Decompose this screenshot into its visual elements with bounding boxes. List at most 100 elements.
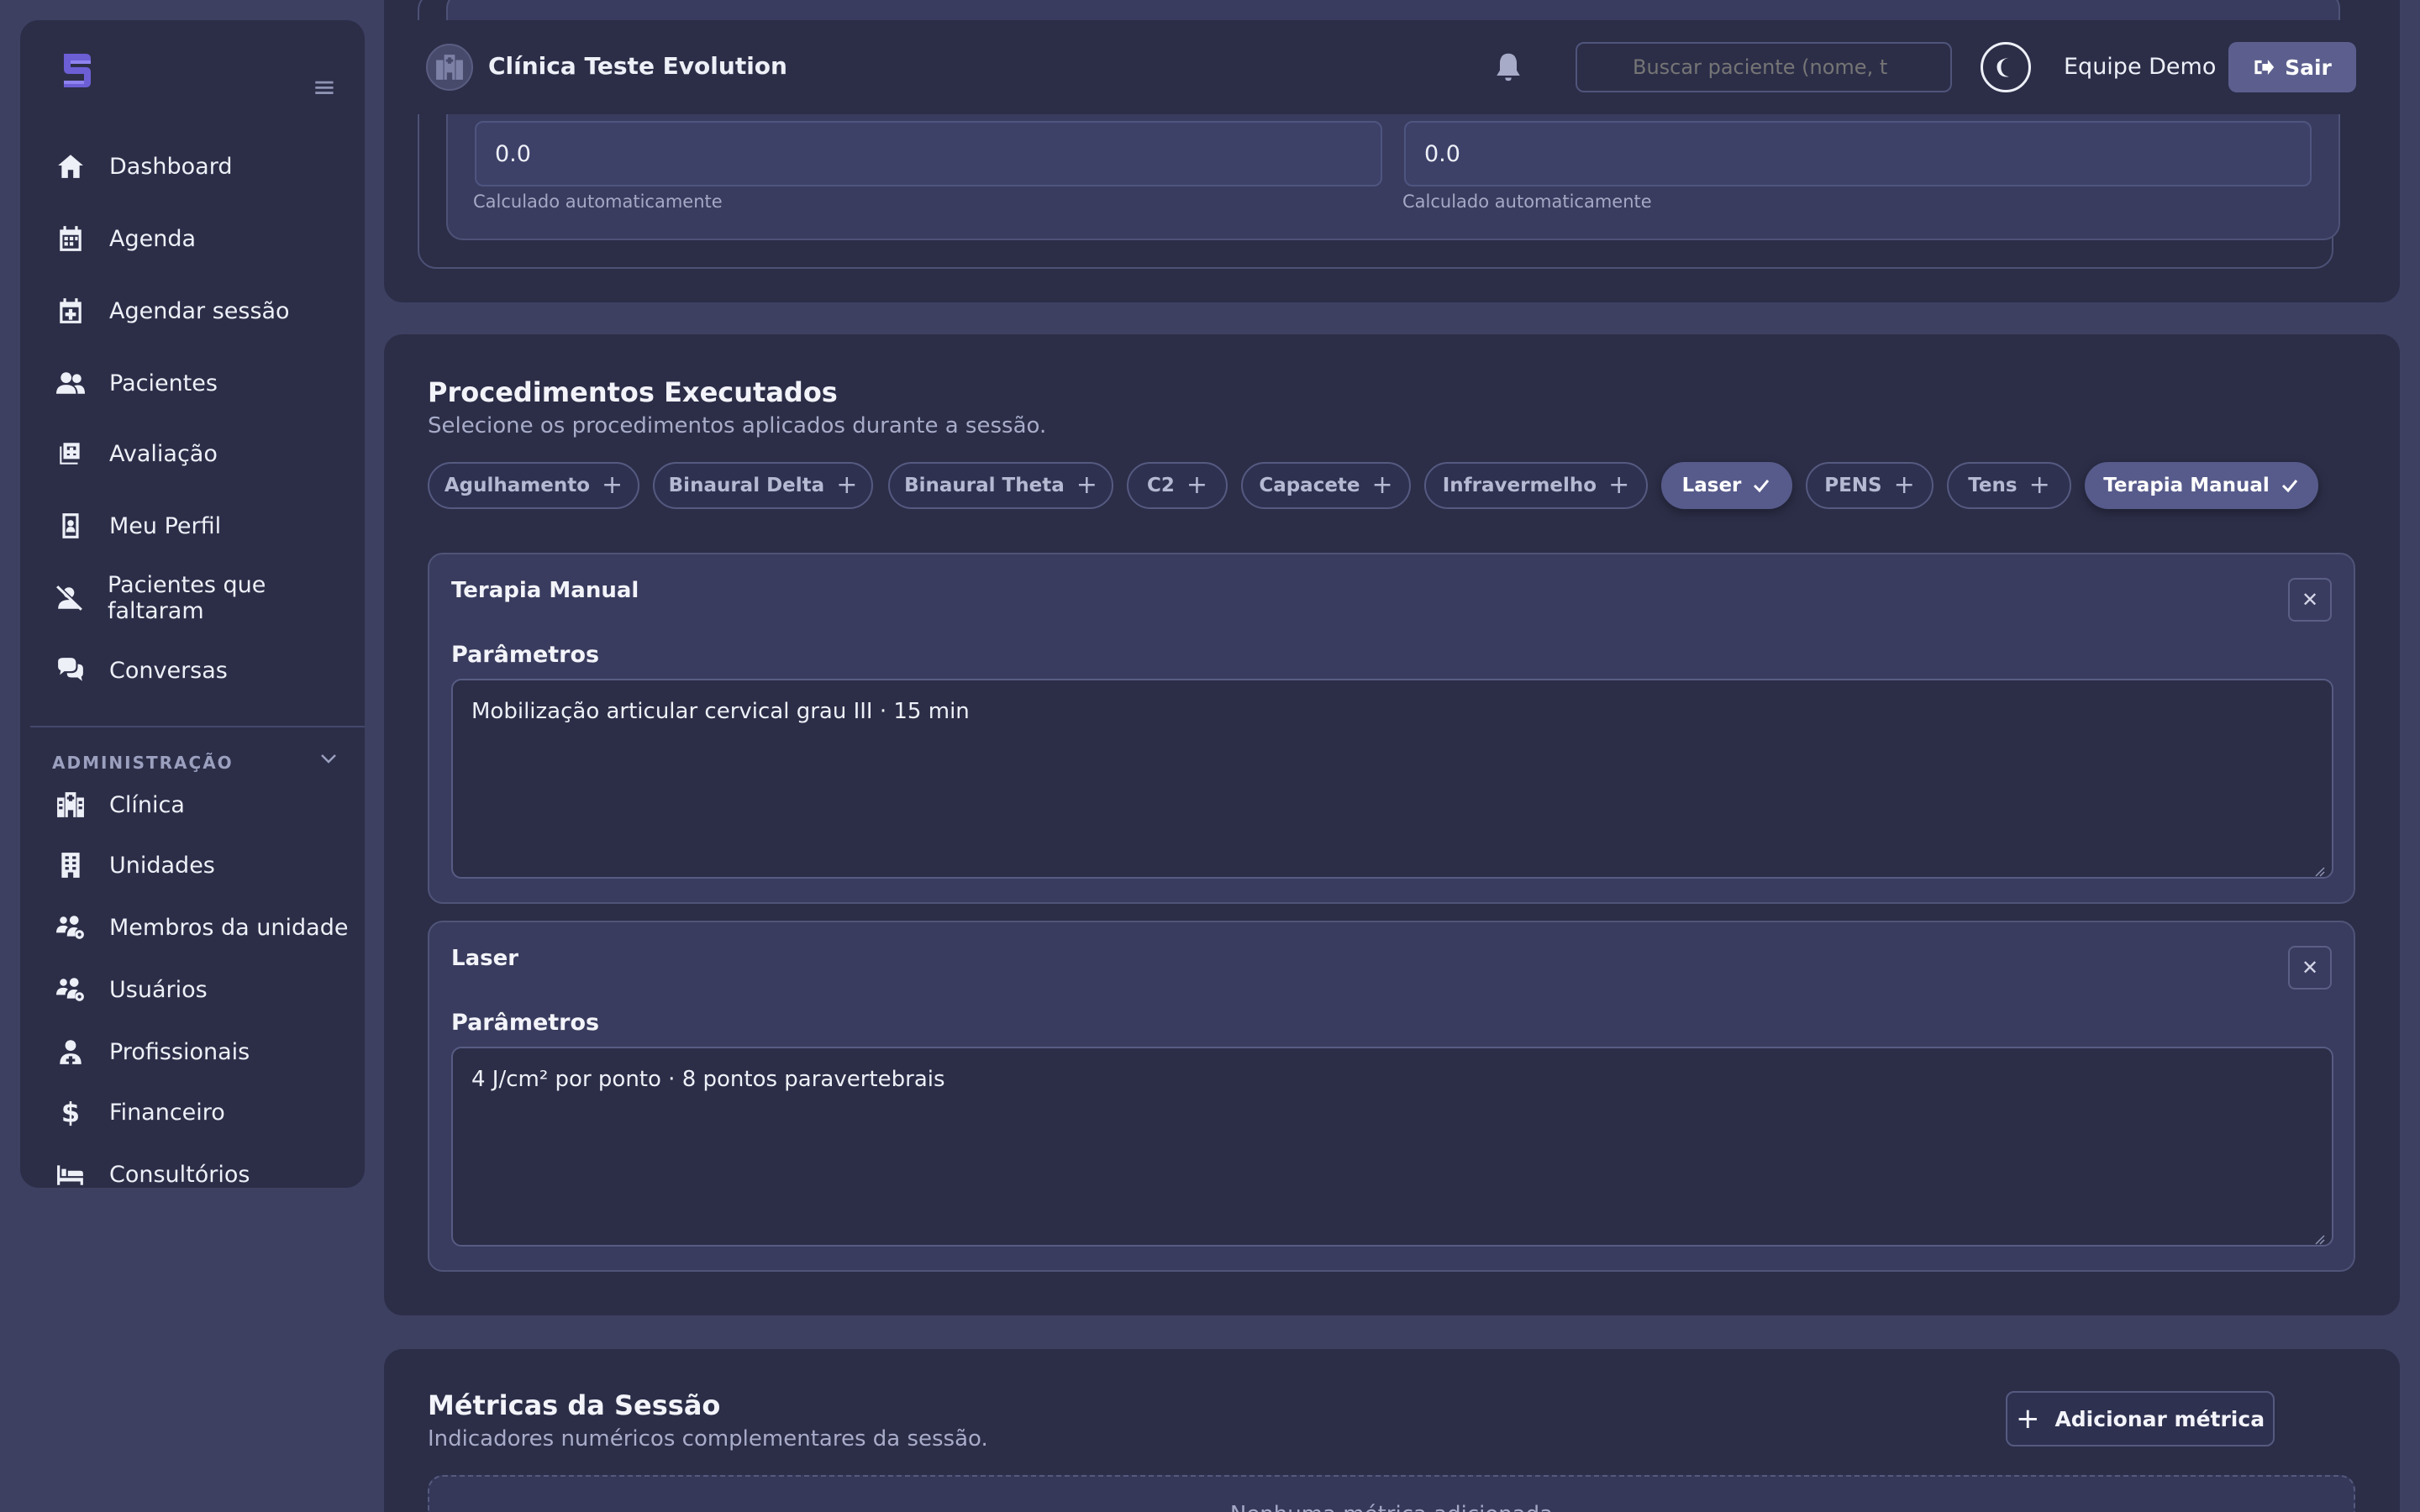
calculated-hint-left: Calculado automaticamente xyxy=(473,192,723,212)
home-icon xyxy=(54,150,87,183)
add-metric-label: Adicionar métrica xyxy=(2054,1406,2265,1431)
user-slash-icon xyxy=(54,581,86,615)
sidebar-section-admin[interactable]: ADMINISTRAÇÃO xyxy=(52,753,234,773)
chevron-down-icon[interactable] xyxy=(316,746,341,771)
sidebar-item-pacientes[interactable]: Pacientes xyxy=(54,360,356,407)
id-badge-icon xyxy=(54,509,87,543)
users-icon xyxy=(54,366,87,400)
add-metric-button[interactable]: + Adicionar métrica xyxy=(2006,1391,2275,1446)
comments-icon xyxy=(54,654,87,687)
chip-terapia-manual[interactable]: Terapia Manual xyxy=(2085,462,2318,509)
sidebar-item-agenda[interactable]: Agenda xyxy=(54,215,356,262)
sidebar-item-label: Agendar sessão xyxy=(109,297,290,324)
sidebar-item-label: Clínica xyxy=(109,791,185,818)
sidebar-item-clinica[interactable]: Clínica xyxy=(54,781,356,828)
hospital-icon xyxy=(54,788,87,822)
procedure-item-terapia-manual: Terapia Manual ✕ Parâmetros Mobilização … xyxy=(428,553,2355,904)
sidebar-item-label: Pacientes que faltaram xyxy=(108,572,266,624)
calculated-value-left: 0.0 xyxy=(475,121,1382,186)
logout-label: Sair xyxy=(2285,55,2332,80)
calculated-value-right: 0.0 xyxy=(1404,121,2312,186)
procedures-subtitle: Selecione os procedimentos aplicados dur… xyxy=(428,413,1047,438)
top-bar: Clínica Teste Evolution Equipe Demo Sair xyxy=(384,20,2400,114)
sidebar-item-meu-perfil[interactable]: Meu Perfil xyxy=(54,502,356,549)
bell-icon[interactable] xyxy=(1491,50,1525,84)
sidebar-collapse-icon[interactable]: ≡ xyxy=(306,69,343,106)
sign-out-icon xyxy=(2254,60,2275,75)
close-icon[interactable]: ✕ xyxy=(2288,946,2332,990)
chip-infravermelho[interactable]: Infravermelho + xyxy=(1424,462,1648,509)
plus-icon: + xyxy=(836,470,858,500)
check-icon xyxy=(2281,480,2297,493)
plus-icon: + xyxy=(1608,470,1630,500)
metrics-subtitle: Indicadores numéricos complementares da … xyxy=(428,1426,988,1452)
logout-button[interactable]: Sair xyxy=(2228,42,2356,92)
sidebar-item-usuarios[interactable]: Usuários xyxy=(54,966,356,1013)
procedure-item-name: Terapia Manual xyxy=(451,578,639,603)
resize-handle-icon[interactable] xyxy=(2312,864,2325,877)
chip-pens[interactable]: PENS + xyxy=(1806,462,1933,509)
sidebar-item-dashboard[interactable]: Dashboard xyxy=(54,143,356,190)
sidebar-item-label: Unidades xyxy=(109,852,215,879)
app-logo-icon[interactable] xyxy=(52,45,103,96)
sidebar-item-label: Usuários xyxy=(109,976,208,1003)
plus-icon: + xyxy=(1371,470,1393,500)
svg-text:$: $ xyxy=(61,1098,80,1126)
sidebar-item-conversas[interactable]: Conversas xyxy=(54,647,356,694)
metrics-card: Métricas da Sessão Indicadores numéricos… xyxy=(384,1349,2400,1512)
metrics-empty-state: Nenhuma métrica adicionada xyxy=(428,1475,2355,1512)
hospital-icon xyxy=(426,44,473,91)
procedures-title: Procedimentos Executados xyxy=(428,376,838,408)
sidebar-item-consultorios[interactable]: Consultórios xyxy=(54,1151,356,1188)
plus-icon: + xyxy=(1076,470,1097,500)
sidebar-item-label: Meu Perfil xyxy=(109,512,222,539)
plus-icon: + xyxy=(1893,470,1915,500)
user-name[interactable]: Equipe Demo xyxy=(2064,54,2216,80)
sidebar-item-label: Consultórios xyxy=(109,1161,250,1188)
dollar-icon: $ xyxy=(54,1095,87,1129)
building-icon xyxy=(54,848,87,882)
patient-search-input[interactable] xyxy=(1576,42,1952,92)
sidebar-item-label: Profissionais xyxy=(109,1038,250,1065)
plus-icon: + xyxy=(2028,470,2050,500)
sidebar-item-label: Membros da unidade xyxy=(109,914,349,941)
parameters-label: Parâmetros xyxy=(451,642,600,668)
sidebar-item-label: Pacientes xyxy=(109,370,218,396)
close-icon[interactable]: ✕ xyxy=(2288,578,2332,622)
chip-binaural-theta[interactable]: Binaural Theta + xyxy=(888,462,1113,509)
chip-capacete[interactable]: Capacete + xyxy=(1241,462,1411,509)
chip-binaural-delta[interactable]: Binaural Delta + xyxy=(653,462,873,509)
procedure-item-laser: Laser ✕ Parâmetros 4 J/cm² por ponto · 8… xyxy=(428,921,2355,1272)
metrics-title: Métricas da Sessão xyxy=(428,1389,721,1421)
sidebar-item-profissionais[interactable]: Profissionais xyxy=(54,1028,356,1075)
sidebar-item-unidades[interactable]: Unidades xyxy=(54,842,356,889)
resize-handle-icon[interactable] xyxy=(2312,1231,2325,1245)
plus-icon: + xyxy=(602,470,623,500)
plus-icon: + xyxy=(1186,470,1208,500)
sidebar-item-agendar-sessao[interactable]: Agendar sessão xyxy=(54,287,356,334)
check-icon xyxy=(1754,480,1770,493)
parameters-textarea[interactable]: Mobilização articular cervical grau III … xyxy=(451,679,2333,879)
calculated-hint-right: Calculado automaticamente xyxy=(1402,192,1652,212)
sidebar-item-label: Financeiro xyxy=(109,1099,225,1126)
sidebar-item-label: Conversas xyxy=(109,657,228,684)
chip-laser[interactable]: Laser xyxy=(1661,462,1792,509)
parameters-label: Parâmetros xyxy=(451,1010,600,1036)
sidebar-divider xyxy=(30,726,365,727)
sidebar-item-label: Agenda xyxy=(109,225,197,252)
calendar-icon xyxy=(54,222,87,255)
users-cog-icon xyxy=(54,973,87,1006)
parameters-textarea[interactable]: 4 J/cm² por ponto · 8 pontos paravertebr… xyxy=(451,1047,2333,1247)
sidebar-item-label: Dashboard xyxy=(109,153,233,180)
chip-tens[interactable]: Tens + xyxy=(1947,462,2071,509)
calendar-plus-icon xyxy=(54,294,87,328)
procedure-item-name: Laser xyxy=(451,946,519,971)
theme-toggle-button[interactable] xyxy=(1981,42,2031,92)
chip-agulhamento[interactable]: Agulhamento + xyxy=(428,462,639,509)
sidebar-item-avaliacao[interactable]: Avaliação xyxy=(54,430,356,477)
sidebar-item-pacientes-que-faltaram[interactable]: Pacientes que faltaram xyxy=(54,572,356,624)
sidebar: ≡ Dashboard Agenda Agendar sessão Pacien… xyxy=(20,20,365,1188)
sidebar-item-membros-da-unidade[interactable]: Membros da unidade xyxy=(54,904,356,951)
chip-c2[interactable]: C2 + xyxy=(1127,462,1228,509)
sidebar-item-financeiro[interactable]: $ Financeiro xyxy=(54,1089,356,1136)
